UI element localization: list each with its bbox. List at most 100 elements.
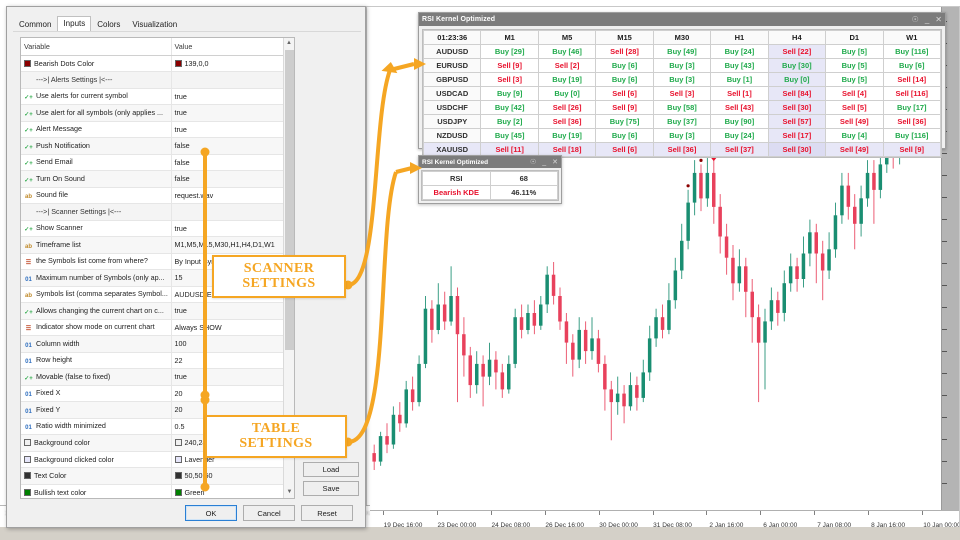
inputs-row-value[interactable]: 100	[171, 335, 294, 353]
scanner-signal-cell[interactable]: Buy [24]	[710, 128, 769, 143]
scanner-row[interactable]: EURUSD Sell [9] Sell [2] Buy [6] Buy [3] Buy …	[422, 58, 941, 73]
scroll-thumb[interactable]	[285, 50, 294, 350]
scanner-symbol[interactable]: GBPUSD	[422, 72, 482, 87]
scanner-signal-cell[interactable]: Buy [58]	[652, 100, 712, 115]
scanner-signal-cell[interactable]: Buy [116]	[882, 128, 941, 143]
inputs-row[interactable]: ✓+ Turn On Sound false	[21, 170, 294, 188]
scanner-symbol[interactable]: NZDUSD	[422, 128, 482, 143]
inputs-row[interactable]: ✓+ Use alerts for current symbol true	[21, 88, 294, 105]
scanner-signal-cell[interactable]: Sell [3]	[480, 72, 539, 87]
scanner-signal-cell[interactable]: Sell [116]	[882, 86, 941, 101]
inputs-row-value[interactable]: M1,M5,M15,M30,H1,H4,D1,W1	[171, 236, 294, 254]
inputs-row-value[interactable]: true	[171, 368, 294, 386]
scanner-signal-cell[interactable]: Sell [5]	[825, 100, 884, 115]
scanner-signal-cell[interactable]: Buy [19]	[537, 72, 597, 87]
inputs-row[interactable]: ab Sound file request.wav	[21, 187, 294, 204]
scanner-row[interactable]: GBPUSD Sell [3] Buy [19] Buy [6] Buy [3] Buy …	[422, 72, 941, 87]
inputs-row[interactable]: Bearish Dots Color 139,0,0	[21, 55, 294, 72]
scanner-signal-cell[interactable]: Buy [42]	[480, 100, 539, 115]
scanner-signal-cell[interactable]: Buy [6]	[595, 128, 654, 143]
scanner-signal-cell[interactable]: Sell [9]	[595, 100, 654, 115]
scanner-signal-cell[interactable]: Sell [36]	[537, 114, 597, 129]
scanner-signal-cell[interactable]: Buy [4]	[825, 128, 884, 143]
scanner-signal-cell[interactable]: Sell [57]	[767, 114, 827, 129]
inputs-row[interactable]: ✓+ Allows changing the current chart on c…	[21, 302, 294, 320]
scanner-grid[interactable]: 01:23:36 M1 M5 M15 M30 H1 H4 D1 W1 AUDUSD Buy [29]…	[422, 29, 942, 158]
scanner-signal-cell[interactable]: Buy [90]	[710, 114, 769, 129]
inputs-row-value[interactable]	[171, 71, 294, 89]
tab-visualization[interactable]: Visualization	[126, 17, 183, 31]
reset-button[interactable]: Reset	[301, 505, 353, 521]
inputs-row-value[interactable]: 139,0,0	[171, 55, 294, 72]
info-panel[interactable]: RSI Kernel Optimized ☉ _ ✕ RSI 68 Bearish …	[418, 155, 562, 204]
scanner-signal-cell[interactable]: Buy [5]	[825, 44, 884, 59]
scanner-signal-cell[interactable]: Sell [4]	[825, 86, 884, 101]
scanner-signal-cell[interactable]: Buy [0]	[537, 86, 597, 101]
scanner-signal-cell[interactable]: Buy [1]	[710, 72, 769, 87]
scanner-timeframe-header-h4[interactable]: H4	[767, 30, 827, 45]
inputs-row[interactable]: ✓+ Use alert for all symbols (only applie…	[21, 104, 294, 122]
pin-icon[interactable]: ☉	[530, 159, 536, 166]
scanner-signal-cell[interactable]: Sell [14]	[882, 72, 941, 87]
scanner-timeframe-header-m30[interactable]: M30	[652, 30, 712, 45]
scanner-symbol[interactable]: EURUSD	[422, 58, 482, 73]
scanner-signal-cell[interactable]: Buy [9]	[480, 86, 539, 101]
scanner-signal-cell[interactable]: Buy [46]	[537, 44, 597, 59]
scanner-signal-cell[interactable]: Sell [49]	[825, 142, 884, 157]
scanner-signal-cell[interactable]: Sell [37]	[710, 142, 769, 157]
scanner-signal-cell[interactable]: Sell [36]	[882, 114, 941, 129]
scanner-signal-cell[interactable]: Buy [75]	[595, 114, 654, 129]
inputs-row[interactable]: ab Timeframe list M1,M5,M15,M30,H1,H4,D1,W…	[21, 236, 294, 254]
inputs-row[interactable]: Text Color 50,50,50	[21, 467, 294, 485]
scanner-panel[interactable]: RSI Kernel Optimized ☉ _ ✕ 01:23:36 M1 M5 M…	[418, 12, 946, 158]
close-icon[interactable]: ✕	[552, 159, 558, 166]
inputs-row-value[interactable]: true	[171, 121, 294, 138]
scanner-signal-cell[interactable]: Buy [2]	[480, 114, 539, 129]
scanner-signal-cell[interactable]: Sell [84]	[767, 86, 827, 101]
scanner-signal-cell[interactable]: Buy [29]	[480, 44, 539, 59]
scanner-signal-cell[interactable]: Sell [2]	[537, 58, 597, 73]
tab-colors[interactable]: Colors	[91, 17, 126, 31]
inputs-row[interactable]: ☰ Indicator show mode on current chart Alw…	[21, 319, 294, 336]
inputs-row-value[interactable]: false	[171, 170, 294, 188]
scanner-signal-cell[interactable]: Sell [36]	[652, 142, 712, 157]
inputs-row-value[interactable]	[171, 203, 294, 221]
scanner-signal-cell[interactable]: Buy [6]	[882, 58, 941, 73]
scanner-signal-cell[interactable]: Buy [49]	[652, 44, 712, 59]
scanner-signal-cell[interactable]: Buy [3]	[652, 58, 712, 73]
inputs-row-value[interactable]: Green	[171, 484, 294, 498]
scanner-signal-cell[interactable]: Buy [3]	[652, 72, 712, 87]
scanner-symbol[interactable]: AUDUSD	[422, 44, 482, 59]
scanner-signal-cell[interactable]: Sell [17]	[767, 128, 827, 143]
scanner-timeframe-header-w1[interactable]: W1	[882, 30, 941, 45]
inputs-row-value[interactable]: 50,50,50	[171, 467, 294, 485]
inputs-row[interactable]: 01 Row height 22	[21, 352, 294, 369]
inputs-row-value[interactable]: false	[171, 154, 294, 171]
scanner-signal-cell[interactable]: Buy [116]	[882, 44, 941, 59]
scanner-signal-cell[interactable]: Sell [28]	[595, 44, 654, 59]
inputs-row[interactable]: Bullish text color Green	[21, 484, 294, 498]
scanner-row[interactable]: NZDUSD Buy [45] Buy [19] Buy [6] Buy [3] Buy …	[422, 128, 941, 143]
scanner-signal-cell[interactable]: Sell [6]	[595, 86, 654, 101]
inputs-row-value[interactable]: 22	[171, 352, 294, 369]
scanner-signal-cell[interactable]: Sell [26]	[537, 100, 597, 115]
minimize-icon[interactable]: _	[925, 15, 929, 24]
scroll-up-arrow[interactable]: ▲	[284, 38, 294, 49]
cancel-button[interactable]: Cancel	[243, 505, 295, 521]
minimize-icon[interactable]: _	[542, 159, 546, 166]
scanner-signal-cell[interactable]: Buy [43]	[710, 58, 769, 73]
scanner-symbol[interactable]: USDCAD	[422, 86, 482, 101]
scanner-signal-cell[interactable]: Sell [9]	[882, 142, 941, 157]
scanner-signal-cell[interactable]: Sell [3]	[652, 86, 712, 101]
scanner-signal-cell[interactable]: Sell [30]	[767, 142, 827, 157]
scanner-signal-cell[interactable]: Buy [37]	[652, 114, 712, 129]
scanner-timeframe-header-m1[interactable]: M1	[480, 30, 539, 45]
pin-icon[interactable]: ☉	[912, 15, 919, 24]
scanner-signal-cell[interactable]: Buy [3]	[652, 128, 712, 143]
scanner-signal-cell[interactable]: Sell [22]	[767, 44, 827, 59]
scanner-signal-cell[interactable]: Sell [1]	[710, 86, 769, 101]
scanner-timeframe-header-h1[interactable]: H1	[710, 30, 769, 45]
inputs-row[interactable]: ✓+ Alert Message true	[21, 121, 294, 138]
inputs-section-row[interactable]: --->| Alerts Settings |<---	[21, 71, 294, 89]
scanner-signal-cell[interactable]: Sell [6]	[595, 142, 654, 157]
